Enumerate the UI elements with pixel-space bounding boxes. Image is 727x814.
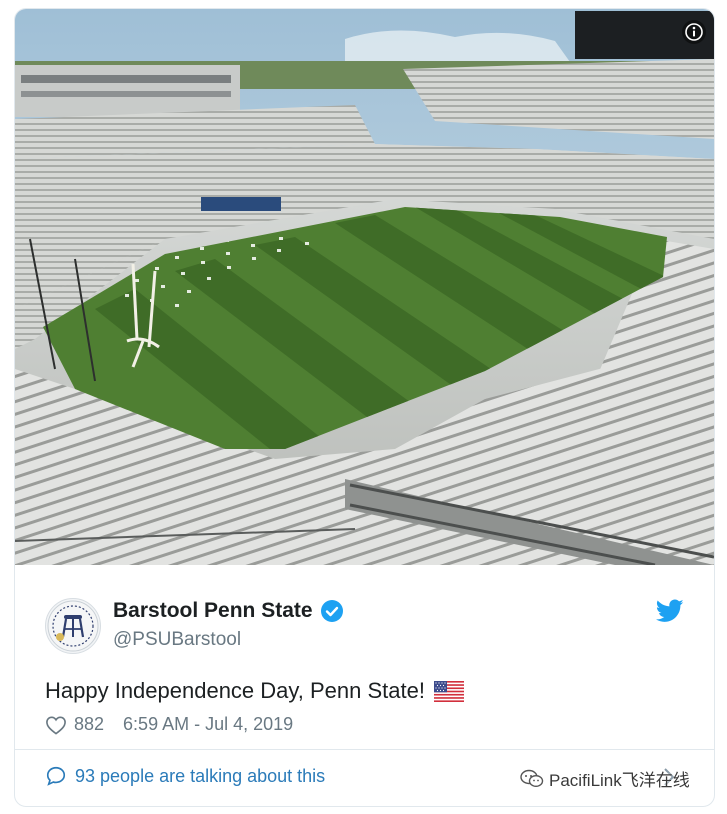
info-button[interactable]	[682, 20, 706, 44]
author-handle[interactable]: @PSUBarstool	[113, 627, 344, 653]
info-icon	[685, 23, 703, 41]
heart-outline-icon	[46, 715, 66, 735]
conversation-text: 93 people are talking about this	[75, 765, 326, 786]
tweet-timestamp[interactable]: 6:59 AM - Jul 4, 2019	[123, 714, 293, 735]
twitter-bird-icon[interactable]	[656, 599, 684, 623]
avatar[interactable]	[45, 598, 101, 654]
author-display-name[interactable]: Barstool Penn State	[113, 598, 344, 624]
speech-bubble-icon	[46, 766, 66, 786]
like-button[interactable]: 882	[45, 714, 104, 735]
stadium-photo[interactable]	[15, 9, 714, 565]
divider	[15, 749, 714, 750]
us-flag-icon	[433, 680, 464, 702]
embedded-tweet-card: Barstool Penn State @PSUBarstool Happy I…	[14, 8, 715, 807]
watermark-text: PacifiLink飞洋在线	[549, 771, 690, 790]
tweet-text: Happy Independence Day, Penn State!	[45, 677, 464, 705]
like-count: 882	[74, 714, 105, 734]
barstool-logo-icon	[47, 600, 99, 652]
tweet-text-content: Happy Independence Day, Penn State!	[45, 678, 425, 703]
watermark: PacifiLink飞洋在线	[520, 766, 690, 791]
author-names: Barstool Penn State @PSUBarstool	[113, 598, 344, 653]
wechat-icon	[520, 769, 544, 787]
display-name-text: Barstool Penn State	[113, 599, 313, 622]
verified-badge-icon	[320, 600, 343, 622]
conversation-link[interactable]: 93 people are talking about this	[45, 765, 325, 787]
tweet-meta: 882 6:59 AM - Jul 4, 2019	[45, 714, 293, 735]
tweet-body: Barstool Penn State @PSUBarstool Happy I…	[15, 565, 714, 755]
